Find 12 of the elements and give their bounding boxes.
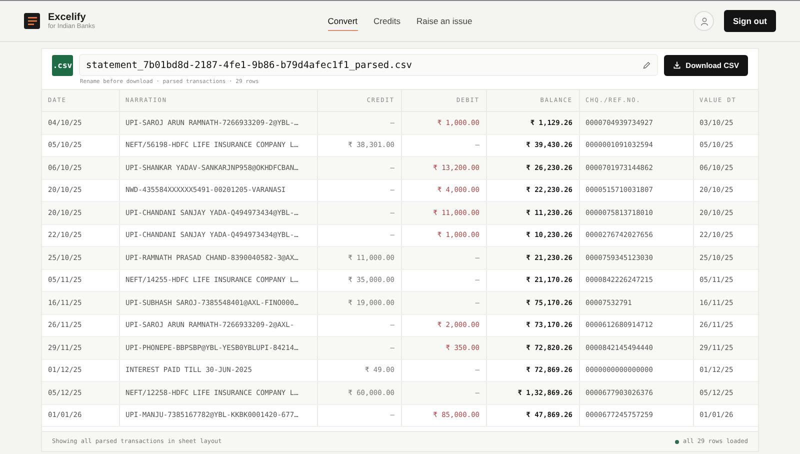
user-icon[interactable]	[694, 11, 714, 31]
nav-tab[interactable]: Raise an issue	[416, 12, 472, 30]
sign-out-button[interactable]: Sign out	[724, 10, 776, 32]
logo-icon	[24, 13, 40, 29]
edit-icon[interactable]	[642, 60, 651, 70]
file-type-badge: .csv	[52, 54, 73, 76]
app-name: Excelify	[48, 12, 87, 23]
download-icon	[672, 61, 681, 69]
nav-tab[interactable]: Credits	[374, 12, 400, 30]
nav-tab[interactable]: Convert	[328, 12, 358, 30]
status-dot	[674, 440, 679, 444]
filename-field[interactable]: statement_7b01bd8d-2187-4fe1-9b86-b79d4afec1f1_parsed.csv	[79, 54, 658, 76]
